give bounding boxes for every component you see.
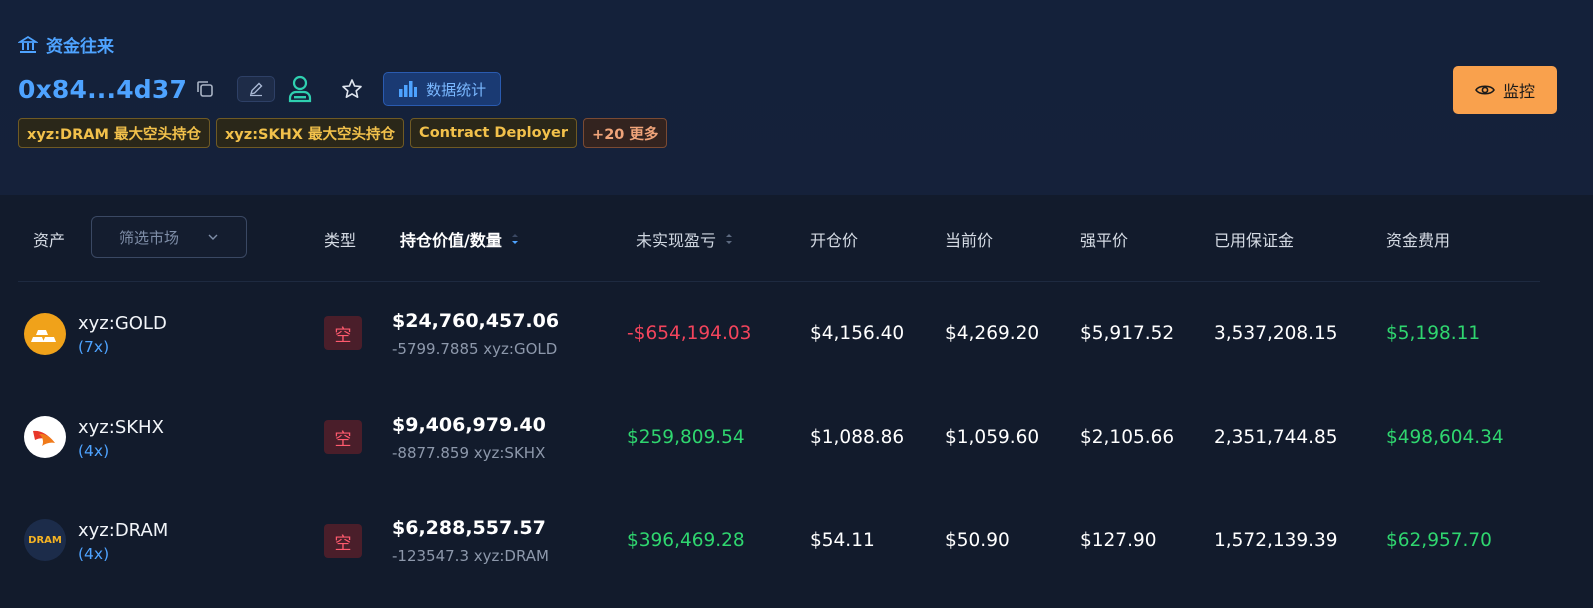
tag-dram-short[interactable]: xyz:DRAM 最大空头持仓 — [18, 118, 210, 148]
asset-name[interactable]: xyz:SKHX — [78, 417, 164, 438]
market-filter-select[interactable]: 筛选市场 — [91, 216, 247, 258]
margin-used: 2,351,744.85 — [1214, 427, 1338, 448]
position-qty: -123547.3 xyz:DRAM — [392, 547, 550, 565]
wallet-address: 0x84...4d37 — [18, 74, 188, 104]
bar-chart-icon — [399, 81, 418, 97]
unrealized-pnl: -$654,194.03 — [627, 323, 752, 344]
entry-price: $54.11 — [810, 530, 875, 551]
copy-icon[interactable] — [195, 79, 215, 99]
unrealized-pnl: $396,469.28 — [627, 530, 745, 551]
bank-icon — [18, 35, 38, 53]
pencil-icon — [250, 82, 263, 97]
dram-logo-icon: DRAM — [24, 519, 66, 561]
col-position-value[interactable]: 持仓价值/数量 — [400, 227, 520, 251]
short-badge: 空 — [324, 316, 362, 350]
table-row[interactable]: xyz:GOLD (7x) 空 $24,760,457.06 -5799.788… — [0, 282, 1593, 386]
eye-icon — [1475, 85, 1495, 95]
col-funding: 资金费用 — [1386, 231, 1451, 250]
stats-button-label: 数据统计 — [426, 80, 487, 99]
edit-label-button[interactable] — [237, 76, 276, 102]
col-position-value-label: 持仓价值/数量 — [400, 231, 502, 250]
col-entry-price: 开仓价 — [810, 231, 859, 250]
asset-name[interactable]: xyz:GOLD — [78, 313, 167, 334]
watch-button-label: 监控 — [1502, 82, 1535, 101]
profile-header: 资金往来 0x84...4d37 数据统计 xyz:DRAM 最大空头持仓 xy… — [0, 0, 1593, 195]
liq-price: $5,917.52 — [1080, 323, 1175, 344]
col-mark-price: 当前价 — [945, 231, 994, 250]
mark-price: $50.90 — [945, 530, 1010, 551]
user-profile-icon[interactable] — [287, 75, 313, 103]
position-value: $9,406,979.40 — [392, 414, 546, 436]
address-row: 0x84...4d37 数据统计 — [18, 72, 502, 106]
liq-price: $2,105.66 — [1080, 427, 1175, 448]
entry-price: $1,088.86 — [810, 427, 905, 448]
positions-table-header: 资产 筛选市场 类型 持仓价值/数量 未实现盈亏 开仓价 当前价 强平价 已用保… — [0, 195, 1593, 281]
asset-name[interactable]: xyz:DRAM — [78, 520, 168, 541]
breadcrumb-label: 资金往来 — [46, 37, 114, 57]
tag-skhx-short[interactable]: xyz:SKHX 最大空头持仓 — [215, 118, 405, 148]
mark-price: $4,269.20 — [945, 323, 1040, 344]
position-value: $6,288,557.57 — [392, 517, 546, 539]
star-icon[interactable] — [341, 78, 363, 100]
funding: $62,957.70 — [1386, 530, 1492, 551]
short-badge: 空 — [324, 420, 362, 454]
entry-price: $4,156.40 — [810, 323, 905, 344]
chevron-down-icon — [208, 234, 218, 240]
leverage: (7x) — [78, 338, 110, 356]
position-qty: -8877.859 xyz:SKHX — [392, 444, 546, 462]
unrealized-pnl: $259,809.54 — [627, 427, 745, 448]
filter-placeholder: 筛选市场 — [118, 228, 179, 247]
margin-used: 3,537,208.15 — [1214, 323, 1338, 344]
sort-desc-icon — [511, 234, 518, 244]
leverage: (4x) — [78, 545, 110, 563]
col-type: 类型 — [324, 231, 357, 250]
sk-hynix-logo-icon — [24, 416, 66, 458]
position-qty: -5799.7885 xyz:GOLD — [392, 340, 558, 358]
col-unrealized-pnl-label: 未实现盈亏 — [636, 231, 717, 250]
table-row[interactable]: DRAM xyz:DRAM (4x) 空 $6,288,557.57 -1235… — [0, 490, 1593, 594]
leverage: (4x) — [78, 442, 110, 460]
mark-price: $1,059.60 — [945, 427, 1040, 448]
funding: $498,604.34 — [1386, 427, 1504, 448]
liq-price: $127.90 — [1080, 530, 1157, 551]
col-margin-used: 已用保证金 — [1214, 231, 1295, 250]
watch-button[interactable]: 监控 — [1453, 66, 1557, 114]
sort-icon — [726, 234, 733, 244]
gold-bars-icon — [24, 313, 66, 355]
col-unrealized-pnl[interactable]: 未实现盈亏 — [636, 227, 734, 251]
tag-more-button[interactable]: +20 更多 — [583, 118, 668, 148]
col-asset: 资产 — [33, 231, 66, 250]
margin-used: 1,572,139.39 — [1214, 530, 1338, 551]
stats-button[interactable]: 数据统计 — [383, 72, 502, 106]
funding: $5,198.11 — [1386, 323, 1481, 344]
dram-logo-text: DRAM — [28, 534, 62, 546]
col-liq-price: 强平价 — [1080, 231, 1129, 250]
tag-list: xyz:DRAM 最大空头持仓 xyz:SKHX 最大空头持仓 Contract… — [18, 118, 668, 148]
tag-contract-deployer[interactable]: Contract Deployer — [410, 118, 578, 148]
position-value: $24,760,457.06 — [392, 310, 560, 332]
short-badge: 空 — [324, 524, 362, 558]
table-row[interactable]: xyz:SKHX (4x) 空 $9,406,979.40 -8877.859 … — [0, 386, 1593, 490]
breadcrumb[interactable]: 资金往来 — [18, 32, 114, 57]
